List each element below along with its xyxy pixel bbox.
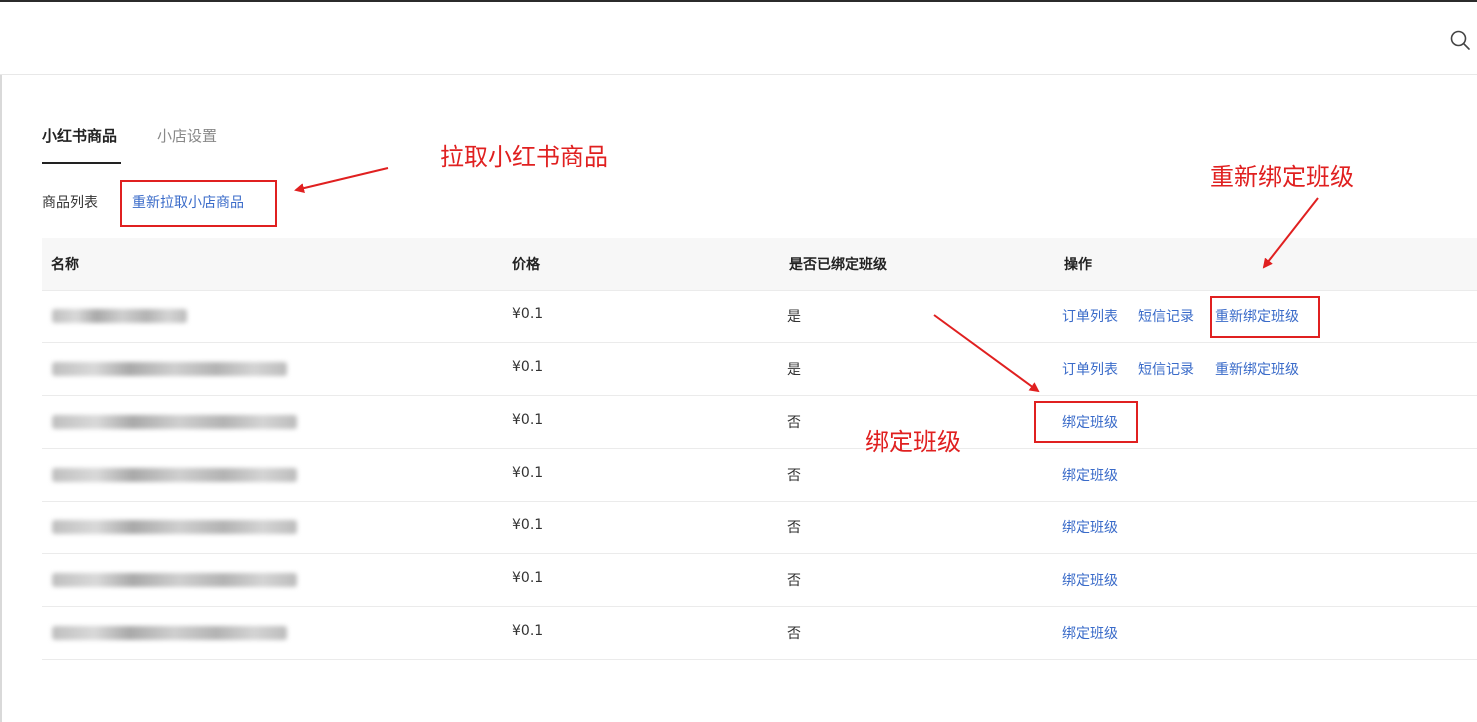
arrow-to-refetch (294, 167, 389, 194)
arrow-to-rebind (1262, 197, 1319, 269)
annotation-arrows (294, 167, 1319, 393)
arrow-to-bind (933, 314, 1040, 393)
